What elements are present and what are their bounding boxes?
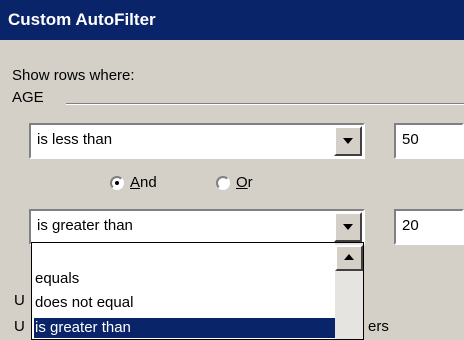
chevron-up-icon (344, 254, 354, 260)
hint-text-1: U (14, 292, 25, 309)
chevron-down-icon (343, 224, 353, 230)
list-item[interactable]: equals (34, 269, 83, 289)
criteria2-dropdown-button[interactable] (334, 212, 362, 242)
and-radio-label[interactable]: And (130, 174, 157, 191)
list-item[interactable]: does not equal (34, 293, 137, 313)
window-title: Custom AutoFilter (8, 10, 156, 29)
criteria1-dropdown-button[interactable] (334, 126, 362, 156)
criteria2-value-input[interactable]: 20 (394, 209, 464, 245)
criteria1-operator-combo[interactable]: is less than (29, 123, 365, 159)
criteria1-value-text: 50 (402, 131, 419, 148)
and-radio-label-rest: nd (140, 174, 157, 191)
criteria1-value-input[interactable]: 50 (394, 123, 464, 159)
criteria1-operator-value: is less than (37, 131, 113, 148)
scroll-up-button[interactable] (335, 245, 363, 271)
operator-dropdown-list[interactable]: equals does not equal is greater than (31, 242, 364, 340)
or-radio-label[interactable]: Or (236, 174, 253, 191)
or-radio-label-rest: r (247, 174, 253, 191)
group-divider (66, 103, 464, 105)
title-bar: Custom AutoFilter (0, 0, 464, 40)
and-radio[interactable] (110, 176, 124, 190)
hint-text-2-tail: ers (368, 318, 389, 335)
show-rows-label: Show rows where: (12, 67, 135, 84)
field-name-label: AGE (12, 89, 44, 106)
criteria2-operator-combo[interactable]: is greater than (29, 209, 365, 245)
chevron-down-icon (343, 138, 353, 144)
list-item-selected[interactable]: is greater than (34, 318, 340, 338)
or-radio[interactable] (216, 176, 230, 190)
list-scrollbar[interactable] (335, 243, 363, 339)
radio-selected-dot (115, 181, 119, 185)
criteria2-operator-value: is greater than (37, 217, 133, 234)
hint-text-2: U (14, 318, 25, 335)
criteria2-value-text: 20 (402, 217, 419, 234)
